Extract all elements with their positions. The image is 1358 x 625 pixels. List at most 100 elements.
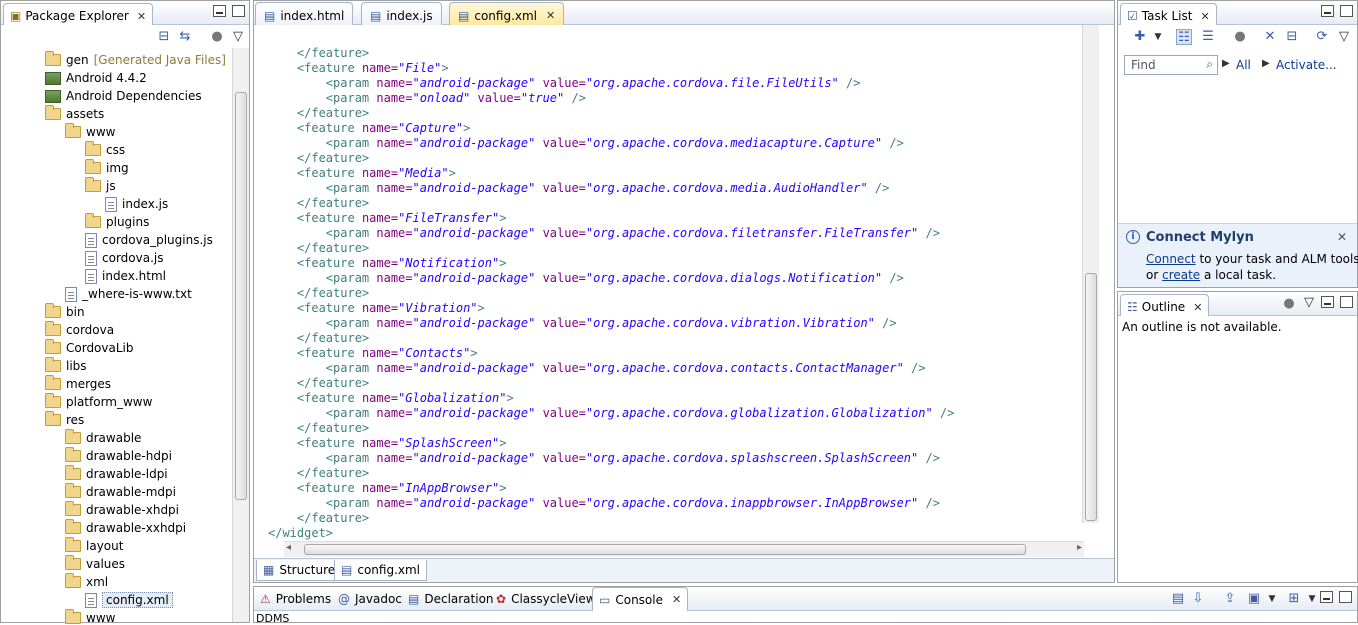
clear-console-icon[interactable]: ▤ xyxy=(1170,591,1186,607)
code-line[interactable]: <param name="android-package" value="org… xyxy=(268,496,940,511)
link-with-editor-icon[interactable]: ⇆ xyxy=(177,29,193,45)
tree-scroll-thumb[interactable] xyxy=(235,92,247,500)
minimize-button[interactable] xyxy=(213,5,226,17)
editor-vscroll-thumb[interactable] xyxy=(1085,273,1097,521)
code-line[interactable]: <feature name="Notification"> xyxy=(268,256,507,271)
code-line[interactable]: <feature name="Globalization"> xyxy=(268,391,514,406)
code-line[interactable]: </feature> xyxy=(268,331,369,346)
code-line[interactable]: <param name="android-package" value="org… xyxy=(268,316,897,331)
code-line[interactable]: </feature> xyxy=(268,46,369,61)
tree-scrollbar[interactable] xyxy=(232,48,249,622)
tree-item[interactable]: plugins xyxy=(85,213,149,231)
tab-config-xml[interactable]: ▤ config.xml ✕ xyxy=(449,2,565,25)
minimize-button[interactable] xyxy=(1321,296,1334,308)
editor-hscroll-thumb[interactable] xyxy=(304,544,1026,555)
tree-item[interactable]: drawable-hdpi xyxy=(65,447,172,465)
search-icon[interactable]: ⌕ xyxy=(1206,57,1213,72)
scroll-right-icon[interactable]: ▸ xyxy=(1077,542,1082,553)
code-line[interactable]: <feature name="FileTransfer"> xyxy=(268,211,507,226)
tree-item[interactable]: drawable-mdpi xyxy=(65,483,176,501)
code-line[interactable]: </feature> xyxy=(268,196,369,211)
view-menu-icon[interactable]: ▽ xyxy=(1301,295,1317,311)
pin-console-icon[interactable]: ⇪ xyxy=(1222,591,1238,607)
code-line[interactable]: <param name="android-package" value="org… xyxy=(268,181,890,196)
tab-console[interactable]: ▭ Console ✕ xyxy=(592,587,689,611)
tree-item[interactable]: Android 4.4.2 xyxy=(45,69,147,87)
tree-item[interactable]: img xyxy=(85,159,129,177)
code-line[interactable]: <param name="android-package" value="org… xyxy=(268,136,904,151)
tree-item[interactable]: css xyxy=(85,141,125,159)
code-line[interactable]: </feature> xyxy=(268,511,369,526)
tree-item[interactable]: xml xyxy=(65,573,108,591)
code-line[interactable]: </feature> xyxy=(268,421,369,436)
tab-classycleview[interactable]: ✿ ClassycleView xyxy=(490,587,602,611)
minimize-button[interactable] xyxy=(1320,591,1333,603)
hide-completed-icon[interactable]: ✕ xyxy=(1262,29,1278,45)
code-line[interactable]: <feature name="Vibration"> xyxy=(268,301,485,316)
dropdown-icon[interactable]: ▼ xyxy=(1304,591,1320,607)
tree-item[interactable]: res xyxy=(45,411,84,429)
tree-item[interactable]: drawable-xhdpi xyxy=(65,501,179,519)
tree-item[interactable]: _where-is-www.txt xyxy=(65,285,192,303)
code-line[interactable]: <feature name="Media"> xyxy=(268,166,456,181)
code-line[interactable]: <feature name="Capture"> xyxy=(268,121,470,136)
close-icon[interactable]: ✕ xyxy=(546,9,555,22)
tree-item[interactable]: index.js xyxy=(105,195,168,213)
open-console-icon[interactable]: ⊞ xyxy=(1286,591,1302,607)
close-icon[interactable]: ✕ xyxy=(1337,230,1347,244)
code-line[interactable]: <feature name="File"> xyxy=(268,61,449,76)
tab-declaration[interactable]: ▤ Declaration xyxy=(402,587,500,611)
display-console-icon[interactable]: ▣ xyxy=(1246,591,1262,607)
code-line[interactable]: </feature> xyxy=(268,106,369,121)
tree-item[interactable]: cordova_plugins.js xyxy=(85,231,213,249)
code-line[interactable]: <param name="android-package" value="org… xyxy=(268,406,955,421)
code-text[interactable]: <param name="android-package" value="org… xyxy=(268,45,1083,565)
tree-item[interactable]: CordovaLib xyxy=(45,339,134,357)
code-line[interactable]: <param name="android-package" value="org… xyxy=(268,76,861,91)
code-line[interactable]: <param name="android-package" value="org… xyxy=(268,226,940,241)
maximize-button[interactable] xyxy=(232,5,245,17)
tree-item[interactable]: assets xyxy=(45,105,104,123)
tree-item[interactable]: bin xyxy=(45,303,85,321)
collapse-all-icon[interactable]: ⊟ xyxy=(156,29,172,45)
maximize-button[interactable] xyxy=(1339,591,1352,603)
create-link[interactable]: create xyxy=(1162,268,1200,282)
code-line[interactable]: </feature> xyxy=(268,286,369,301)
tree-item[interactable]: gen [Generated Java Files] xyxy=(45,51,226,69)
tree-item[interactable]: platform_www xyxy=(45,393,152,411)
categorized-icon[interactable]: ☷ xyxy=(1176,29,1192,45)
code-line[interactable]: <param name="android-package" value="org… xyxy=(268,271,904,286)
tab-javadoc[interactable]: @ Javadoc xyxy=(332,587,408,611)
focus-workweek-icon[interactable]: ● xyxy=(1232,29,1248,45)
maximize-button[interactable] xyxy=(1340,296,1353,308)
code-line[interactable]: <param name="android-package" value="org… xyxy=(268,361,926,376)
find-input[interactable]: Find ⌕ xyxy=(1124,55,1218,75)
tab-problems[interactable]: ⚠ Problems xyxy=(254,587,337,611)
new-task-icon[interactable]: ✚ xyxy=(1132,29,1148,45)
code-line[interactable]: </feature> xyxy=(268,376,369,391)
close-icon[interactable]: ✕ xyxy=(1200,10,1209,23)
activate-link[interactable]: Activate... xyxy=(1276,58,1337,72)
tree-item[interactable]: layout xyxy=(65,537,123,555)
scroll-lock-icon[interactable]: ⇩ xyxy=(1190,591,1206,607)
tree-item[interactable]: Android Dependencies xyxy=(45,87,202,105)
tab-index-html[interactable]: ▤ index.html xyxy=(255,2,354,25)
dropdown-icon[interactable]: ▼ xyxy=(1264,591,1280,607)
code-line[interactable]: <feature name="SplashScreen"> xyxy=(268,436,507,451)
editor-vscrollbar[interactable] xyxy=(1082,25,1099,523)
view-menu-icon[interactable]: ▽ xyxy=(1336,29,1352,45)
focus-icon[interactable]: ● xyxy=(1281,296,1297,312)
focus-task-icon[interactable]: ● xyxy=(209,29,225,45)
code-line[interactable]: </feature> xyxy=(268,151,369,166)
tree-item[interactable]: js xyxy=(85,177,116,195)
code-line[interactable]: </widget> xyxy=(268,526,333,541)
collapse-all-icon[interactable]: ⊟ xyxy=(1284,29,1300,45)
tree-item[interactable]: drawable-xxhdpi xyxy=(65,519,186,537)
close-icon[interactable]: ✕ xyxy=(672,593,681,606)
tree-item[interactable]: www xyxy=(65,123,115,141)
tree-item[interactable]: config.xml xyxy=(85,591,173,609)
connect-link[interactable]: Connect xyxy=(1146,252,1196,266)
tab-structure[interactable]: ▦ Structure xyxy=(256,560,343,581)
code-line[interactable]: <feature name="InAppBrowser"> xyxy=(268,481,507,496)
task-list-tab[interactable]: ☑ Task List ✕ xyxy=(1120,3,1217,25)
